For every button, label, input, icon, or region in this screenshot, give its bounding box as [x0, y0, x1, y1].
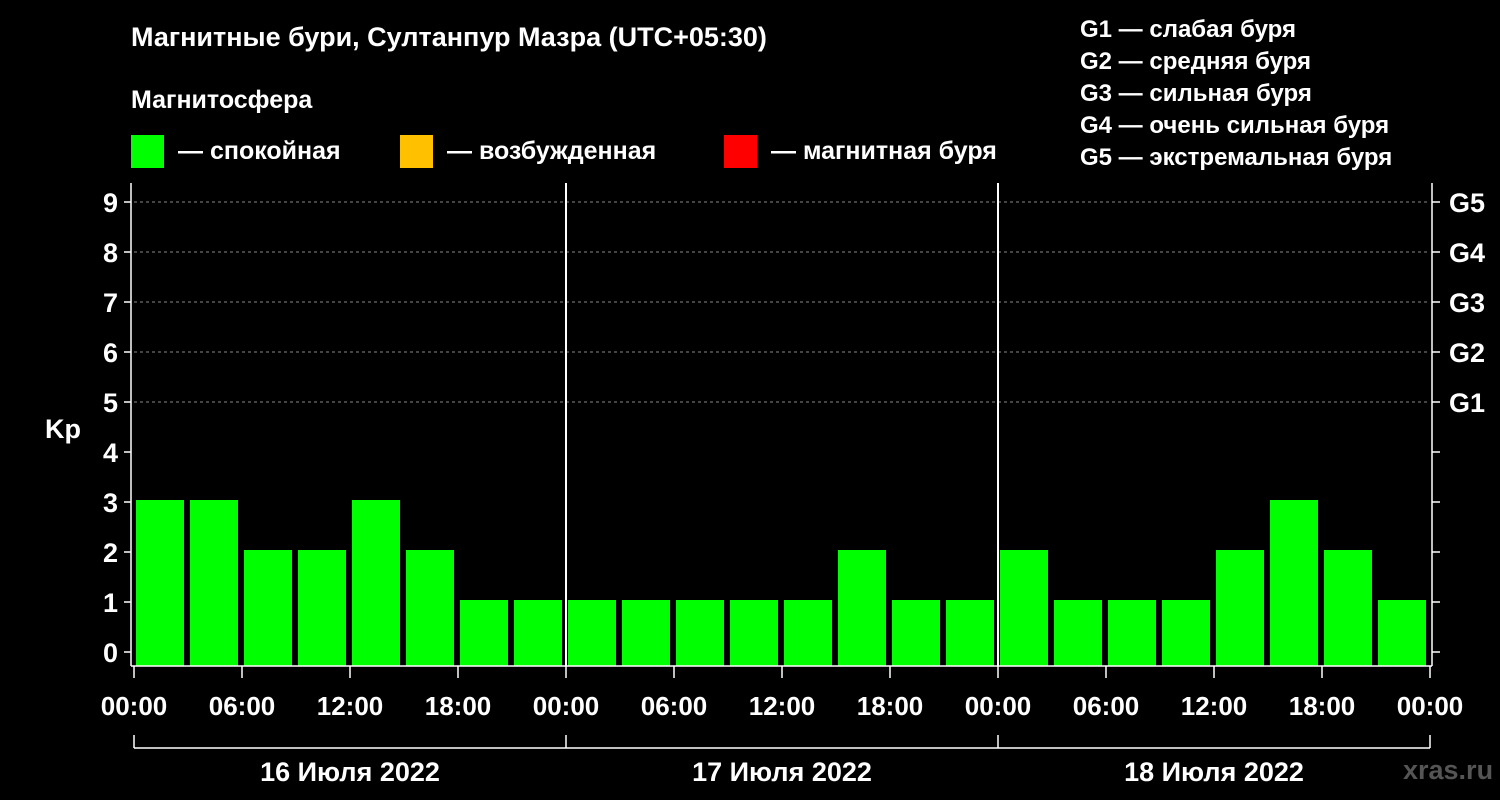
- kp-bar: [1000, 550, 1048, 666]
- kp-bar: [892, 600, 940, 666]
- kp-bar: [514, 600, 562, 666]
- y-tick-label: 0: [103, 638, 118, 668]
- x-tick-label: 12:00: [749, 691, 816, 721]
- kp-bar: [460, 600, 508, 666]
- x-tick-label: 00:00: [101, 691, 168, 721]
- day-label: 16 Июля 2022: [260, 757, 440, 787]
- kp-bar: [190, 500, 238, 666]
- kp-bar: [838, 550, 886, 666]
- kp-bar: [730, 600, 778, 666]
- g-tick-label: G2: [1449, 338, 1485, 368]
- y-tick-label: 2: [103, 538, 118, 568]
- x-tick-label: 00:00: [1397, 691, 1464, 721]
- kp-bar: [784, 600, 832, 666]
- g-tick-label: G1: [1449, 388, 1485, 418]
- x-tick-label: 00:00: [965, 691, 1032, 721]
- y-tick-label: 7: [103, 288, 118, 318]
- y-tick-label: 8: [103, 238, 118, 268]
- x-tick-label: 18:00: [425, 691, 492, 721]
- y-tick-label: 5: [103, 388, 118, 418]
- x-tick-label: 12:00: [1181, 691, 1248, 721]
- kp-bar: [568, 600, 616, 666]
- kp-bar: [1270, 500, 1318, 666]
- kp-bar: [1108, 600, 1156, 666]
- kp-chart: 0 1 2 3 4 5 6 7 8 9 G1 G2 G3 G4 G5 Kp 00:00 06:00 12:00 18:…: [45, 183, 1485, 787]
- kp-bar: [352, 500, 400, 666]
- g-tick-label: G5: [1449, 188, 1485, 218]
- y-tick-label: 9: [103, 188, 118, 218]
- x-tick-label: 06:00: [209, 691, 276, 721]
- kp-bar: [244, 550, 292, 666]
- x-tick-label: 12:00: [317, 691, 384, 721]
- kp-bar: [1216, 550, 1264, 666]
- kp-bar: [676, 600, 724, 666]
- day-label: 18 Июля 2022: [1124, 757, 1304, 787]
- kp-bar: [136, 500, 184, 666]
- kp-bar: [1324, 550, 1372, 666]
- watermark: xras.ru: [1403, 755, 1494, 785]
- y-axis-label: Kp: [45, 414, 81, 444]
- x-tick-label: 18:00: [857, 691, 924, 721]
- x-tick-label: 18:00: [1289, 691, 1356, 721]
- x-tick-label: 06:00: [1073, 691, 1140, 721]
- kp-bar: [406, 550, 454, 666]
- y-tick-label: 1: [103, 588, 118, 618]
- y-tick-label: 4: [103, 438, 118, 468]
- y-tick-label: 3: [103, 488, 118, 518]
- y-tick-label: 6: [103, 338, 118, 368]
- kp-bar: [622, 600, 670, 666]
- g-tick-label: G4: [1449, 238, 1485, 268]
- kp-bar: [1162, 600, 1210, 666]
- x-tick-label: 06:00: [641, 691, 708, 721]
- kp-bar: [298, 550, 346, 666]
- day-label: 17 Июля 2022: [692, 757, 872, 787]
- kp-bar: [1054, 600, 1102, 666]
- kp-bar: [1378, 600, 1426, 666]
- x-tick-label: 00:00: [533, 691, 600, 721]
- g-tick-label: G3: [1449, 288, 1485, 318]
- kp-bar: [946, 600, 994, 666]
